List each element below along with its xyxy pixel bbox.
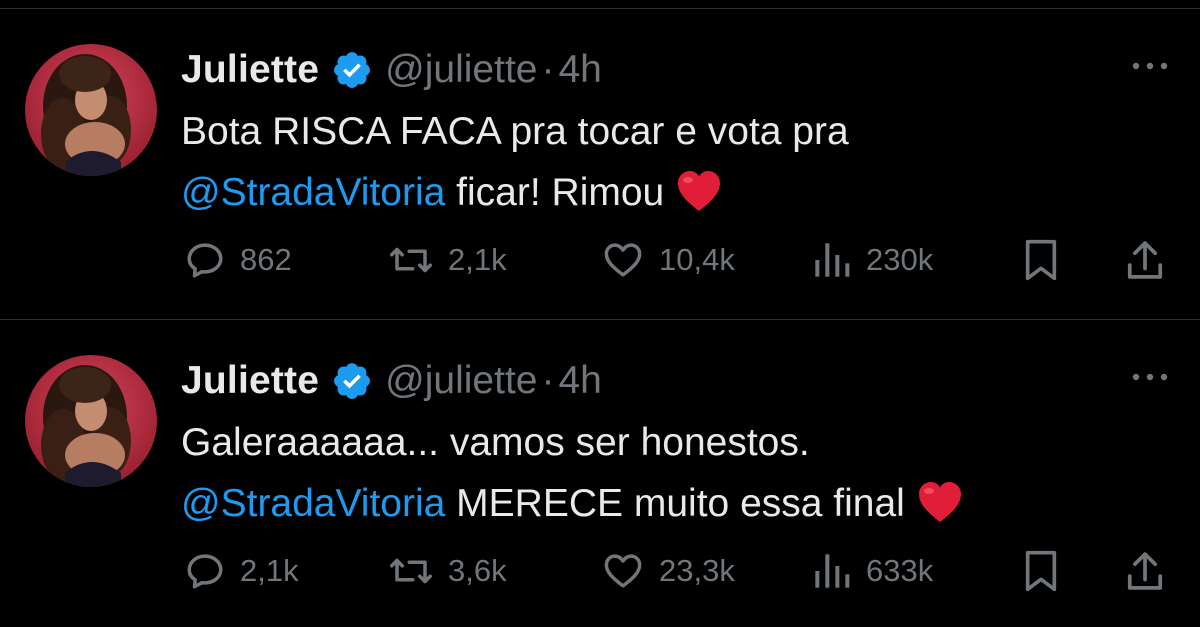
tweet-header: Juliette @juliette · 4h [181,43,602,97]
more-options-icon[interactable] [1130,370,1170,384]
tweet-text-line: Bota RISCA FACA pra tocar e vota pra [181,110,849,153]
bookmark-button[interactable] [1021,546,1061,596]
tweet-text: Galeraaaaaa... vamos ser honestos. @Stra… [181,412,963,534]
views-button[interactable]: 230k [812,235,933,285]
retweet-count: 3,6k [448,553,507,588]
avatar[interactable] [25,355,157,487]
red-heart-emoji-icon [678,171,721,211]
author-handle[interactable]: @juliette [385,48,537,92]
retweet-button[interactable]: 2,1k [388,235,507,285]
tweet-text: Bota RISCA FACA pra tocar e vota pra @St… [181,101,849,223]
reply-count: 862 [240,242,292,277]
tweet-text-fragment: ficar! Rimou [445,171,665,214]
timestamp[interactable]: 4h [558,359,601,403]
views-chart-icon [815,554,850,588]
mention-link[interactable]: @StradaVitoria [181,171,445,214]
author-handle[interactable]: @juliette [385,359,537,403]
verified-badge-icon [334,52,371,88]
retweet-icon [390,558,432,584]
views-count: 230k [866,242,934,277]
tweet-text-line: @StradaVitoria MERECE muito essa final [181,473,963,534]
share-icon [1127,241,1163,279]
tweet-header: Juliette @juliette · 4h [181,354,602,408]
timestamp[interactable]: 4h [558,48,601,92]
share-button[interactable] [1124,546,1166,596]
bookmark-button[interactable] [1021,235,1061,285]
tweet-text-fragment: MERECE muito essa final [445,482,905,525]
tweet[interactable]: Juliette @juliette · 4h Bota RISCA FACA … [0,9,1200,319]
like-count: 10,4k [659,242,735,277]
heart-icon [604,554,642,588]
avatar-image [25,44,157,176]
tweet-text-line: @StradaVitoria ficar! Rimou [181,162,849,223]
reply-icon [187,554,223,589]
like-button[interactable]: 23,3k [601,546,735,596]
bookmark-icon [1025,550,1057,592]
more-options-icon[interactable] [1130,59,1170,73]
reply-count: 2,1k [240,553,299,588]
retweet-icon [390,247,432,273]
like-count: 23,3k [659,553,735,588]
timeline-feed: Juliette @juliette · 4h Bota RISCA FACA … [0,0,1200,627]
tweet-actions: 2,1k 3,6k 23,3k 633k [0,546,1200,596]
views-count: 633k [866,553,934,588]
views-chart-icon [815,243,850,277]
mention-link[interactable]: @StradaVitoria [181,482,445,525]
separator-dot: · [541,359,555,402]
tweet-text-line: Galeraaaaaa... vamos ser honestos. [181,421,810,464]
avatar-image [25,355,157,487]
bookmark-icon [1025,239,1057,281]
author-name[interactable]: Juliette [181,359,319,403]
avatar[interactable] [25,44,157,176]
verified-badge-icon [334,363,371,399]
reply-button[interactable]: 862 [184,235,292,285]
author-name[interactable]: Juliette [181,48,319,92]
share-icon [1127,552,1163,590]
retweet-count: 2,1k [448,242,507,277]
red-heart-emoji-icon [918,482,961,522]
like-button[interactable]: 10,4k [601,235,735,285]
reply-button[interactable]: 2,1k [184,546,299,596]
heart-icon [604,243,642,277]
separator-dot: · [541,48,555,91]
tweet-actions: 862 2,1k 10,4k 230k [0,235,1200,285]
reply-icon [187,243,223,278]
views-button[interactable]: 633k [812,546,933,596]
tweet[interactable]: Juliette @juliette · 4h Galeraaaaaa... v… [0,319,1200,627]
share-button[interactable] [1124,235,1166,285]
retweet-button[interactable]: 3,6k [388,546,507,596]
